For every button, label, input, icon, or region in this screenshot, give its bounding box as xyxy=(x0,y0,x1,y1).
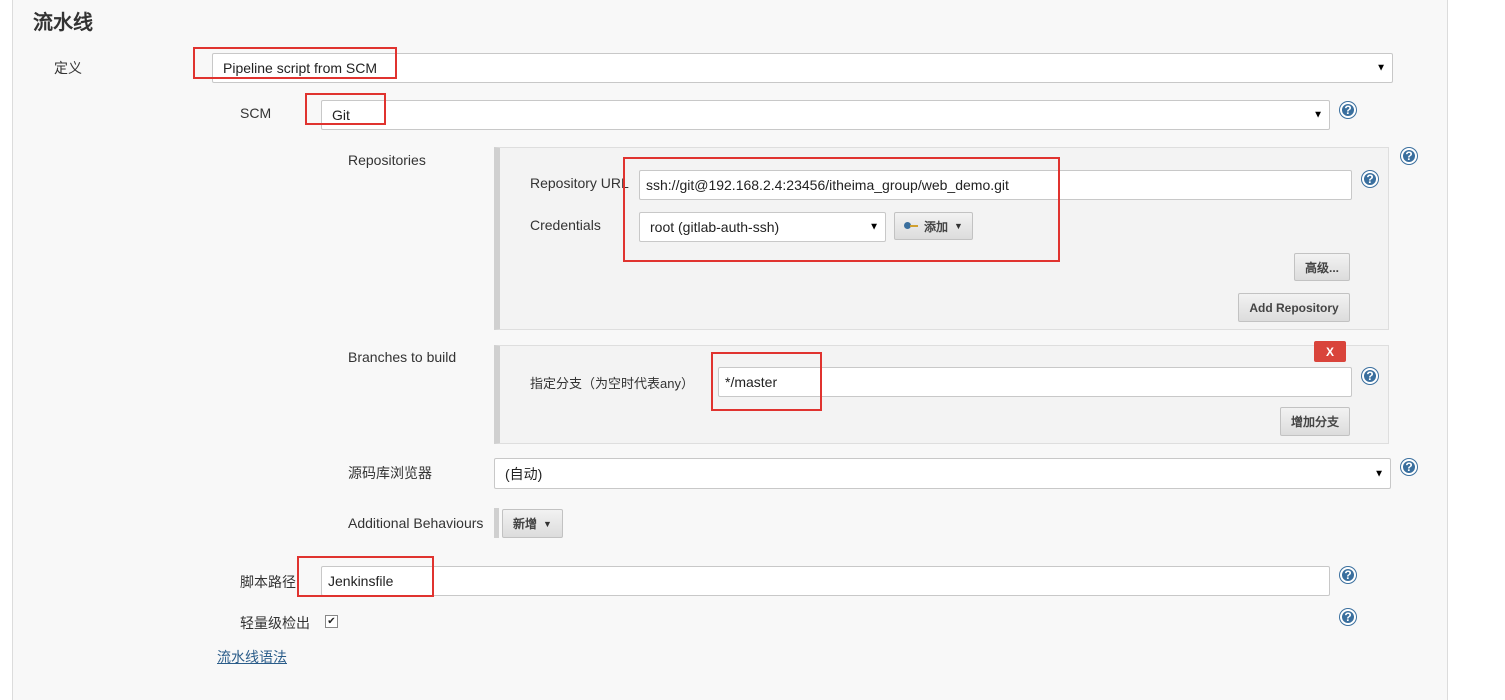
help-icon[interactable]: ? xyxy=(1362,368,1378,384)
scm-select[interactable]: Git ▼ xyxy=(321,100,1330,130)
help-icon[interactable]: ? xyxy=(1340,102,1356,118)
behaviours-bar xyxy=(494,508,499,538)
lightweight-checkbox[interactable]: ✔ xyxy=(325,615,338,628)
section-title: 流水线 xyxy=(33,12,93,34)
repo-browser-value: (自动) xyxy=(505,465,543,482)
add-branch-button[interactable]: 增加分支 xyxy=(1280,407,1350,436)
pipeline-syntax-link[interactable]: 流水线语法 xyxy=(217,649,287,665)
script-path-input[interactable]: Jenkinsfile xyxy=(321,566,1330,596)
highlight-branch xyxy=(711,352,822,411)
add-behaviour-label: 新增 xyxy=(513,517,538,531)
script-path-label: 脚本路径 xyxy=(240,574,296,590)
help-icon[interactable]: ? xyxy=(1340,567,1356,583)
credentials-label: Credentials xyxy=(530,217,601,233)
repo-browser-select[interactable]: (自动) ▼ xyxy=(494,458,1391,489)
help-icon[interactable]: ? xyxy=(1401,148,1417,164)
delete-branch-button[interactable]: X xyxy=(1314,341,1346,362)
branch-spec-label: 指定分支（为空时代表any） xyxy=(530,376,694,391)
help-icon[interactable]: ? xyxy=(1362,171,1378,187)
definition-label: 定义 xyxy=(54,60,82,76)
scm-label: SCM xyxy=(240,105,272,121)
add-behaviour-button[interactable]: 新增 ▼ xyxy=(502,509,563,538)
dropdown-arrow-icon: ▼ xyxy=(1376,62,1386,74)
branches-label: Branches to build xyxy=(348,349,457,365)
behaviours-label: Additional Behaviours xyxy=(348,515,484,531)
repo-browser-label: 源码库浏览器 xyxy=(348,465,432,481)
help-icon[interactable]: ? xyxy=(1340,609,1356,625)
dropdown-arrow-icon: ▼ xyxy=(1313,109,1323,121)
highlight-script-path xyxy=(297,556,434,597)
add-repository-button[interactable]: Add Repository xyxy=(1238,293,1350,322)
advanced-button[interactable]: 高级... xyxy=(1294,253,1350,281)
repository-url-label: Repository URL xyxy=(530,175,629,191)
repositories-label: Repositories xyxy=(348,152,426,168)
caret-down-icon: ▼ xyxy=(543,518,552,529)
lightweight-label: 轻量级检出 xyxy=(240,615,310,631)
highlight-definition xyxy=(193,47,397,79)
highlight-scm xyxy=(305,93,386,125)
dropdown-arrow-icon: ▼ xyxy=(1374,468,1384,479)
highlight-repository xyxy=(623,157,1060,262)
help-icon[interactable]: ? xyxy=(1401,459,1417,475)
